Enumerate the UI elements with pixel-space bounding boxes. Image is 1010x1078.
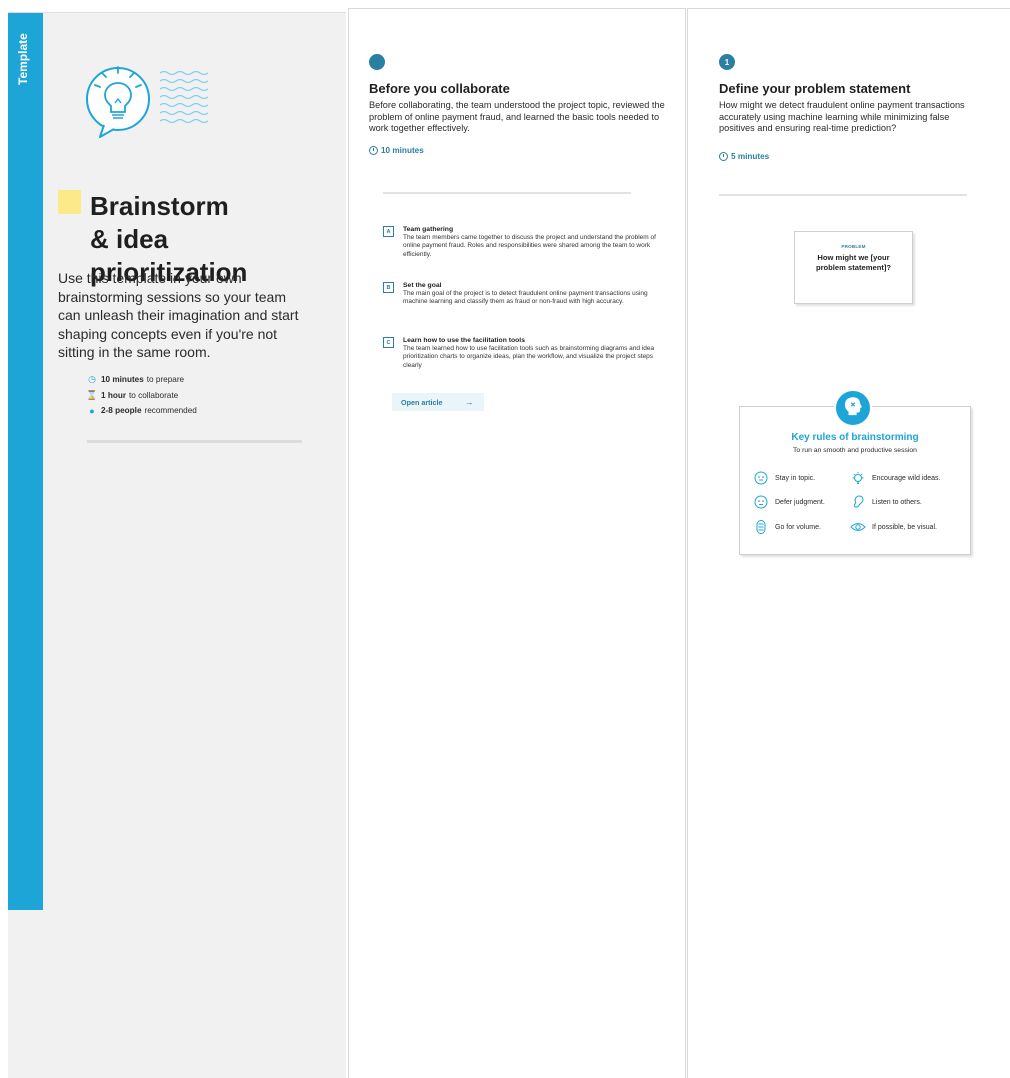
define-problem-panel: 1 Define your problem statement How migh… [687,8,1010,1078]
step-a-body: The team members came together to discus… [403,234,656,258]
brainstorm-rules-card: Key rules of brainstorming To run an smo… [739,389,971,555]
open-article-button[interactable]: Open article → [392,393,484,411]
problem-card[interactable]: PROBLEM How might we [your problem state… [794,231,913,304]
step-b-body: The main goal of the project is to detec… [403,290,648,306]
rule-text: Go for volume. [775,523,821,531]
meta-prepare: ◷ 10 minutes to prepare [86,372,197,388]
meta-collaborate-bold: 1 hour [101,390,127,400]
step-c-body: The team learned how to use facilitation… [403,345,655,369]
timer-icon [369,146,378,155]
rule-wild-ideas: Encourage wild ideas. [850,471,941,485]
rule-volume: Go for volume. [753,520,821,534]
define-divider [719,194,967,196]
title-line-1: Brainstorm [90,191,229,221]
rule-text: If possible, be visual. [872,523,937,531]
before-body: Before collaborating, the team understoo… [369,100,665,134]
meta-people-text: recommended [144,406,197,416]
timer-icon [719,152,728,161]
step-a: A Team gathering The team members came t… [383,225,673,259]
step-b-badge: B [383,282,394,293]
cover-meta-list: ◷ 10 minutes to prepare ⌛ 1 hour to coll… [86,372,197,419]
cover-description: Use this template in your own brainstorm… [58,270,299,360]
meta-people: ● 2-8 people recommended [86,403,197,419]
stack-icon [756,520,766,534]
step-dot [369,54,385,70]
template-tag: Template [16,33,30,85]
step-c-title: Learn how to use the facilitation tools [403,337,525,344]
meta-collaborate: ⌛ 1 hour to collaborate [86,388,197,404]
person-icon: ● [89,405,95,416]
brainstorm-lightbulb-icon [86,66,209,138]
rules-title: Key rules of brainstorming [791,432,919,443]
problem-question: How might we [your problem statement]? [815,253,892,272]
rule-be-visual: If possible, be visual. [850,520,937,534]
lightbulb-icon [852,472,864,484]
step-a-badge: A [383,226,394,237]
step-c-badge: C [383,337,394,348]
problem-label: PROBLEM [841,244,866,249]
open-article-label: Open article [401,397,443,407]
arrow-right-icon: → [464,397,474,407]
step-b-title: Set the goal [403,282,442,289]
before-time: 10 minutes [369,146,424,155]
meta-people-bold: 2-8 people [101,406,142,416]
template-cover-panel: Template Brainstorm & idea prioritizatio… [8,12,346,1078]
target-face-icon [754,471,768,485]
step-b: B Set the goal The main goal of the proj… [383,281,673,307]
step-c: C Learn how to use the facilitation tool… [383,336,673,370]
rule-defer-judgment: Defer judgment. [753,495,825,509]
rule-listen: Listen to others. [850,495,922,509]
template-side-strip: Template [8,13,43,910]
rule-text: Encourage wild ideas. [872,474,941,482]
step-a-title: Team gathering [403,226,454,233]
define-time: 5 minutes [719,152,769,161]
meta-prepare-text: to prepare [146,375,185,385]
rule-text: Stay in topic. [775,474,816,482]
before-divider [383,192,631,194]
clock-icon: ◷ [88,374,96,385]
meta-prepare-bold: 10 minutes [101,375,144,385]
hourglass-icon: ⌛ [86,389,98,400]
head-icon [834,389,872,427]
neutral-face-icon [754,495,768,509]
meta-collaborate-text: to collaborate [129,390,179,400]
define-title: Define your problem statement [719,81,911,96]
before-time-label: 10 minutes [381,146,424,155]
rules-subtitle: To run an smooth and productive session [793,447,917,454]
eye-icon [850,523,866,531]
sticky-note-marker [58,190,81,214]
before-collaborate-panel: Before you collaborate Before collaborat… [348,8,686,1078]
cover-divider [87,440,302,443]
ear-icon [853,495,864,508]
before-title: Before you collaborate [369,81,510,96]
define-body: How might we detect fraudulent online pa… [719,100,965,134]
define-time-label: 5 minutes [731,152,770,161]
rule-text: Listen to others. [872,498,922,506]
step-number-badge: 1 [719,54,735,70]
rule-stay-in-topic: Stay in topic. [753,471,815,485]
rule-text: Defer judgment. [775,498,825,506]
